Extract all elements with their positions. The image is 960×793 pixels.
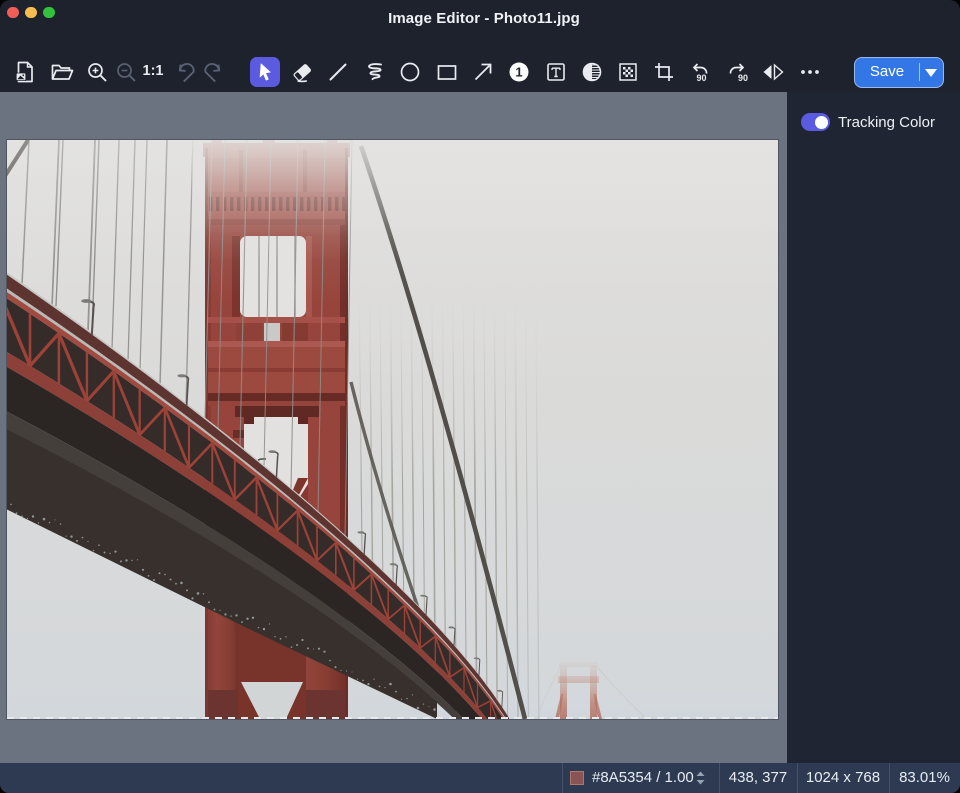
svg-text:1: 1 bbox=[515, 65, 522, 80]
svg-text:90: 90 bbox=[738, 73, 748, 83]
svg-text:90: 90 bbox=[697, 73, 707, 83]
